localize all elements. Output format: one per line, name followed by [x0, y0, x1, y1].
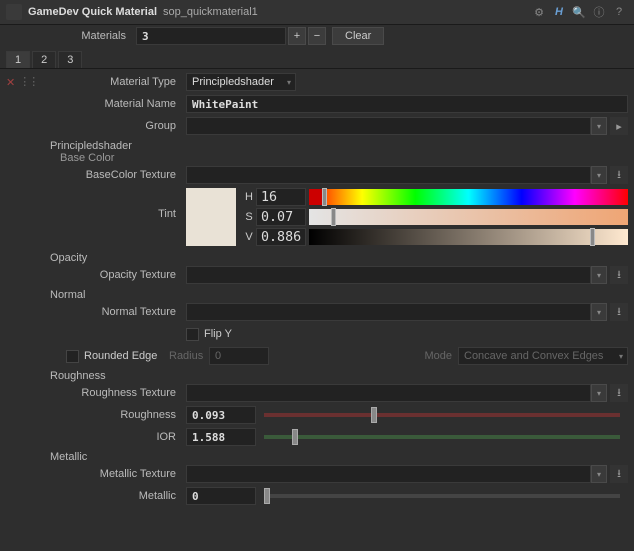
roughness-slider-handle[interactable]	[371, 407, 377, 423]
tab-2[interactable]: 2	[32, 51, 56, 68]
node-name: sop_quickmaterial1	[163, 6, 258, 18]
basecolor-texture-label: BaseColor Texture	[6, 169, 186, 181]
radius-input[interactable]	[209, 347, 269, 365]
chevron-down-icon: ▾	[619, 352, 623, 361]
hue-input[interactable]	[256, 188, 306, 206]
hue-handle[interactable]	[322, 188, 327, 206]
opacity-file-picker-icon[interactable]: ⭳	[610, 266, 628, 284]
mode-select[interactable]: Concave and Convex Edges ▾	[458, 347, 628, 365]
metallic-file-picker-icon[interactable]: ⭳	[610, 465, 628, 483]
gear-icon[interactable]: ⚙	[530, 3, 548, 21]
val-slider[interactable]	[309, 229, 628, 245]
sat-input[interactable]	[256, 208, 306, 226]
help-icon[interactable]: ?	[610, 3, 628, 21]
metallic-section: Metallic	[0, 448, 634, 463]
group-input[interactable]	[186, 117, 591, 135]
rounded-edge-label: Rounded Edge	[84, 350, 169, 362]
material-type-select[interactable]: Principledshader ▾	[186, 73, 296, 91]
roughness-slider[interactable]	[264, 413, 620, 417]
radius-label: Radius	[169, 350, 209, 362]
v-label: V	[242, 231, 256, 243]
flipy-label: Flip Y	[204, 328, 232, 340]
mode-label: Mode	[424, 350, 458, 362]
materials-label: Materials	[6, 30, 136, 42]
materials-row: Materials + − Clear	[0, 25, 634, 47]
normal-file-picker-icon[interactable]: ⭳	[610, 303, 628, 321]
normal-texture-label: Normal Texture	[6, 306, 186, 318]
roughness-texture-input[interactable]	[186, 384, 591, 402]
normal-texture-input[interactable]	[186, 303, 591, 321]
title-bar: GameDev Quick Material sop_quickmaterial…	[0, 0, 634, 25]
h-label: H	[242, 191, 256, 203]
material-type-value: Principledshader	[192, 76, 274, 88]
metallic-slider-handle[interactable]	[264, 488, 270, 504]
metallic-label: Metallic	[6, 490, 186, 502]
basecolor-section: Base Color	[0, 152, 634, 164]
roughness-label: Roughness	[6, 409, 186, 421]
tab-3[interactable]: 3	[58, 51, 82, 68]
metallic-input[interactable]	[186, 487, 256, 505]
hue-slider[interactable]	[309, 189, 628, 205]
search-icon[interactable]: 🔍	[570, 3, 588, 21]
flipy-checkbox[interactable]	[186, 328, 199, 341]
roughness-texture-label: Roughness Texture	[6, 387, 186, 399]
opacity-section: Opacity	[0, 248, 634, 264]
info-icon[interactable]: ⓘ	[590, 3, 608, 21]
clear-button[interactable]: Clear	[332, 27, 384, 45]
normal-section: Normal	[0, 286, 634, 301]
tint-label: Tint	[6, 188, 186, 220]
houdini-icon[interactable]: H	[550, 3, 568, 21]
metallic-dropdown[interactable]: ▾	[591, 465, 607, 483]
val-input[interactable]	[256, 228, 306, 246]
normal-dropdown[interactable]: ▾	[591, 303, 607, 321]
ior-slider[interactable]	[264, 435, 620, 439]
roughness-section: Roughness	[0, 367, 634, 382]
material-name-input[interactable]	[186, 95, 628, 113]
rounded-edge-checkbox[interactable]	[66, 350, 79, 363]
basecolor-dropdown[interactable]: ▾	[591, 166, 607, 184]
sat-handle[interactable]	[331, 208, 336, 226]
ior-label: IOR	[6, 431, 186, 443]
node-icon	[6, 4, 22, 20]
basecolor-texture-input[interactable]	[186, 166, 591, 184]
group-select-icon[interactable]: ▸	[610, 117, 628, 135]
material-tabs: 1 2 3	[0, 47, 634, 69]
ior-slider-handle[interactable]	[292, 429, 298, 445]
tab-1[interactable]: 1	[6, 51, 30, 68]
group-label: Group	[6, 120, 186, 132]
material-name-label: Material Name	[6, 98, 186, 110]
materials-count[interactable]	[136, 27, 286, 45]
basecolor-file-picker-icon[interactable]: ⭳	[610, 166, 628, 184]
ior-input[interactable]	[186, 428, 256, 446]
mode-value: Concave and Convex Edges	[464, 350, 603, 362]
chevron-down-icon: ▾	[287, 78, 291, 87]
roughness-input[interactable]	[186, 406, 256, 424]
roughness-file-picker-icon[interactable]: ⭳	[610, 384, 628, 402]
op-title: GameDev Quick Material	[28, 6, 157, 18]
s-label: S	[242, 211, 256, 223]
roughness-dropdown[interactable]: ▾	[591, 384, 607, 402]
delete-icon[interactable]: ✕	[6, 75, 15, 89]
remove-material-button[interactable]: −	[308, 27, 326, 45]
group-dropdown-button[interactable]: ▾	[591, 117, 607, 135]
metallic-texture-input[interactable]	[186, 465, 591, 483]
val-handle[interactable]	[590, 228, 595, 246]
metallic-slider[interactable]	[264, 494, 620, 498]
sat-slider[interactable]	[309, 209, 628, 225]
opacity-texture-input[interactable]	[186, 266, 591, 284]
material-type-label: Material Type	[26, 76, 186, 88]
opacity-dropdown[interactable]: ▾	[591, 266, 607, 284]
opacity-texture-label: Opacity Texture	[6, 269, 186, 281]
tint-swatch[interactable]	[186, 188, 236, 246]
add-material-button[interactable]: +	[288, 27, 306, 45]
metallic-texture-label: Metallic Texture	[6, 468, 186, 480]
principled-section: Principledshader	[0, 137, 634, 152]
